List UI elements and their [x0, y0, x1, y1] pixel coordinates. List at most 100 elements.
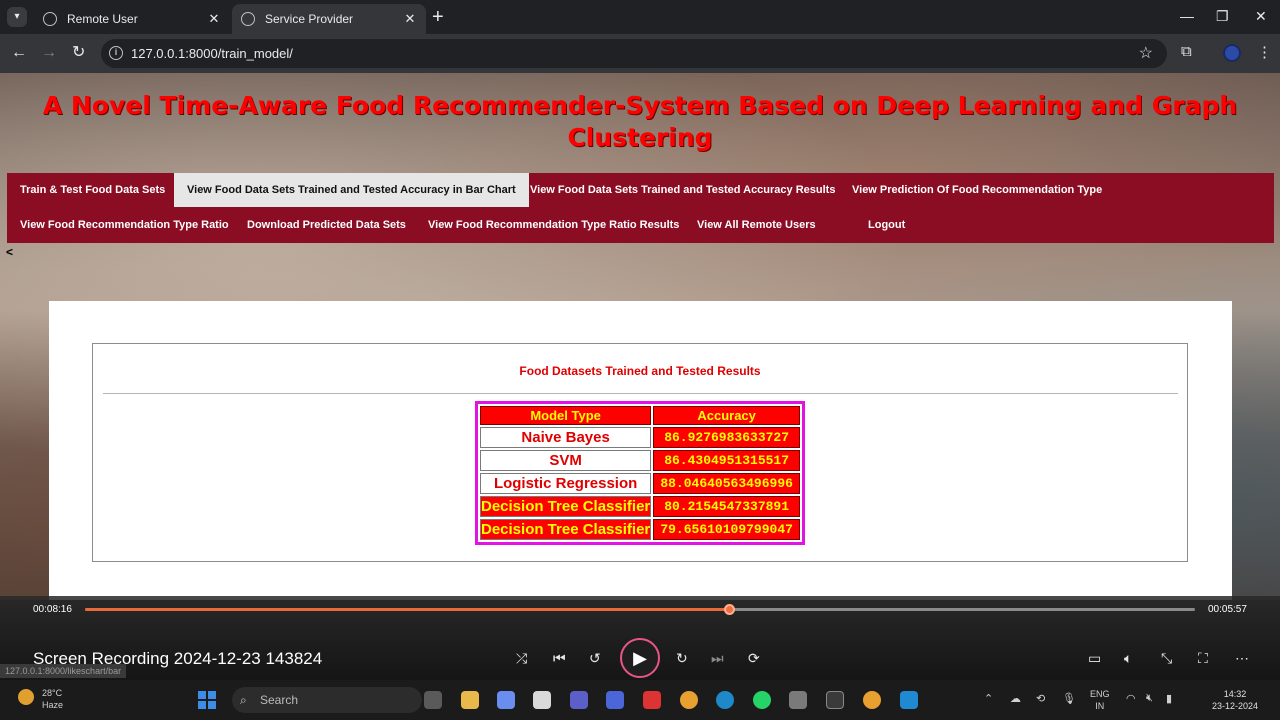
web-page: A Novel Time-Aware Food Recommender-Syst…: [0, 73, 1280, 600]
nav-accuracy-results[interactable]: View Food Data Sets Trained and Tested A…: [517, 173, 848, 207]
nav-type-ratio-results[interactable]: View Food Recommendation Type Ratio Resu…: [415, 208, 692, 242]
nav-download-predicted[interactable]: Download Predicted Data Sets: [234, 208, 419, 242]
app-icon[interactable]: [606, 691, 624, 709]
seek-bar-handle[interactable]: [723, 604, 735, 615]
calculator-icon[interactable]: [789, 691, 807, 709]
table-row: Decision Tree Classifier 80.215454733789…: [480, 496, 800, 517]
status-bar-url: 127.0.0.1:8000/likeschart/bar: [0, 664, 127, 678]
table-row: Logistic Regression 88.04640563496996: [480, 473, 800, 494]
mini-view-icon[interactable]: ⤡: [1161, 650, 1172, 667]
taskbar: 28°C Haze ⌕ Search ⌃ ☁ ⟲ 🎙︎ ENG IN ◠ 🔇︎ …: [0, 680, 1280, 720]
bookmark-star-icon[interactable]: ☆: [1139, 43, 1153, 63]
more-options-icon[interactable]: ⋯: [1235, 650, 1249, 667]
battery-icon[interactable]: ▮: [1166, 692, 1172, 705]
seek-bar[interactable]: [85, 604, 1195, 615]
terminal-icon[interactable]: [826, 691, 844, 709]
volume-icon[interactable]: 🔈︎: [1124, 650, 1132, 667]
shuffle-icon[interactable]: ⤮: [516, 650, 527, 667]
captions-icon[interactable]: ▭: [1088, 650, 1101, 667]
globe-icon: [43, 12, 57, 26]
task-view-icon[interactable]: [424, 691, 442, 709]
media-player-controls: 00:08:16 00:05:57 Screen Recording 2024-…: [0, 596, 1280, 680]
weather-temp: 28°C: [42, 688, 63, 698]
back-link[interactable]: <: [6, 245, 13, 259]
restore-icon[interactable]: ❐: [1216, 8, 1229, 25]
browser-toolbar: ← → ↻ i 127.0.0.1:8000/train_model/ ☆ ⧉ …: [0, 34, 1280, 73]
nav-type-ratio[interactable]: View Food Recommendation Type Ratio: [7, 208, 242, 242]
site-title: A Novel Time-Aware Food Recommender-Syst…: [42, 91, 1238, 152]
minimize-icon[interactable]: —: [1180, 8, 1194, 24]
accuracy-cell: 86.9276983633727: [653, 427, 800, 448]
previous-icon[interactable]: ⏮: [553, 650, 566, 667]
accuracy-cell: 79.65610109799047: [653, 519, 800, 540]
start-button[interactable]: [198, 691, 216, 709]
onedrive-icon[interactable]: ☁: [1010, 692, 1021, 705]
edge-icon[interactable]: [716, 691, 734, 709]
file-explorer-icon[interactable]: [461, 691, 479, 709]
table-row: Decision Tree Classifier 79.656101097990…: [480, 519, 800, 540]
accuracy-cell: 88.04640563496996: [653, 473, 800, 494]
table-row: Naive Bayes 86.9276983633727: [480, 427, 800, 448]
chrome-icon[interactable]: [680, 691, 698, 709]
header-model-type: Model Type: [480, 406, 652, 425]
accuracy-cell: 80.2154547337891: [653, 496, 800, 517]
repeat-off-icon[interactable]: ⟳: [748, 650, 760, 667]
nav-train-test[interactable]: Train & Test Food Data Sets: [7, 173, 178, 207]
taskbar-search[interactable]: ⌕ Search: [232, 687, 422, 713]
next-icon[interactable]: ⏭: [711, 650, 724, 667]
url-text[interactable]: 127.0.0.1:8000/train_model/: [131, 46, 293, 61]
content-panel: Food Datasets Trained and Tested Results…: [49, 301, 1232, 600]
store-icon[interactable]: [533, 691, 551, 709]
window-close-icon[interactable]: ✕: [1255, 8, 1267, 25]
play-button[interactable]: ▶: [620, 638, 660, 678]
wifi-icon[interactable]: ◠: [1126, 692, 1136, 705]
nav-prediction-type[interactable]: View Prediction Of Food Recommendation T…: [839, 173, 1115, 207]
header-accuracy: Accuracy: [653, 406, 800, 425]
youtube-icon[interactable]: [643, 691, 661, 709]
results-title: Food Datasets Trained and Tested Results: [519, 364, 761, 378]
address-bar[interactable]: i 127.0.0.1:8000/train_model/ ☆: [101, 39, 1167, 68]
microphone-icon[interactable]: 🎙︎: [1062, 692, 1076, 705]
browser-tabstrip: ▾ Remote User ✕ Service Provider ✕ + — ❐…: [0, 0, 1280, 34]
results-table-frame: Model Type Accuracy Naive Bayes 86.92769…: [475, 401, 805, 545]
results-box: Food Datasets Trained and Tested Results…: [92, 343, 1188, 562]
accuracy-cell: 86.4304951315517: [653, 450, 800, 471]
chrome-active-icon[interactable]: [863, 691, 881, 709]
tab-search-dropdown-icon[interactable]: ▾: [7, 7, 27, 27]
fullscreen-icon[interactable]: ⛶: [1198, 650, 1208, 667]
weather-widget[interactable]: 28°C Haze: [42, 687, 63, 711]
tab-service-provider[interactable]: Service Provider ✕: [232, 4, 426, 34]
profile-avatar[interactable]: [1223, 44, 1241, 62]
weather-sun-icon[interactable]: [18, 689, 34, 705]
new-tab-button[interactable]: +: [432, 6, 444, 28]
vscode-icon[interactable]: [900, 691, 918, 709]
reload-icon[interactable]: ↻: [72, 42, 85, 64]
table-row: SVM 86.4304951315517: [480, 450, 800, 471]
site-info-icon[interactable]: i: [109, 46, 123, 60]
clock-time: 14:32: [1223, 689, 1247, 699]
tab-label: Service Provider: [265, 12, 354, 26]
tab-remote-user[interactable]: Remote User ✕: [34, 4, 230, 34]
sync-icon[interactable]: ⟲: [1036, 692, 1045, 705]
nav-logout[interactable]: Logout: [855, 208, 918, 242]
close-tab-icon[interactable]: ✕: [206, 11, 222, 27]
teams-icon[interactable]: [570, 691, 588, 709]
clock[interactable]: 14:32 23-12-2024: [1212, 688, 1258, 712]
rewind-10-icon[interactable]: ↺: [589, 650, 601, 667]
back-icon[interactable]: ←: [11, 42, 27, 64]
table-header-row: Model Type Accuracy: [480, 406, 800, 425]
remaining-time: 00:05:57: [1208, 604, 1247, 615]
language-indicator[interactable]: ENG IN: [1090, 688, 1110, 712]
main-nav: Train & Test Food Data Sets View Food Da…: [7, 173, 1274, 243]
close-tab-icon[interactable]: ✕: [402, 11, 418, 27]
menu-dots-icon[interactable]: ⋮: [1257, 43, 1272, 61]
copilot-icon[interactable]: [497, 691, 515, 709]
speaker-muted-icon[interactable]: 🔇︎: [1146, 692, 1153, 705]
forward-icon[interactable]: →: [41, 42, 57, 64]
nav-accuracy-bar-chart[interactable]: View Food Data Sets Trained and Tested A…: [174, 173, 529, 207]
forward-30-icon[interactable]: ↻: [676, 650, 688, 667]
extensions-icon[interactable]: ⧉: [1181, 43, 1192, 60]
nav-remote-users[interactable]: View All Remote Users: [684, 208, 829, 242]
show-hidden-icons-icon[interactable]: ⌃: [984, 692, 993, 705]
whatsapp-icon[interactable]: [753, 691, 771, 709]
